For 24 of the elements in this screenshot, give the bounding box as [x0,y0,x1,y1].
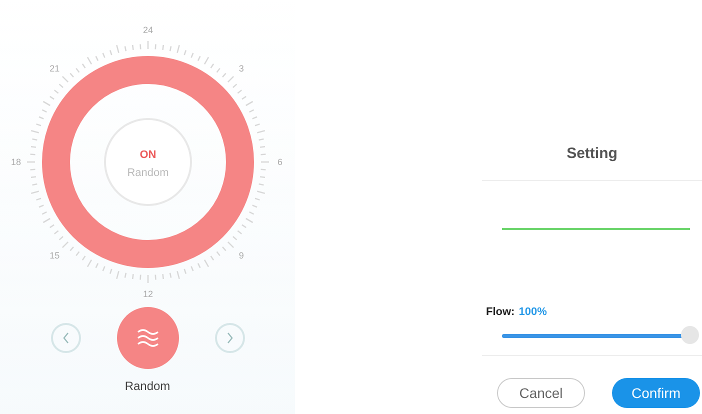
mode-text: Random [127,167,169,179]
hour-label: 6 [278,157,282,167]
status-text: ON [140,149,156,161]
hour-label: 9 [238,250,244,260]
hour-label: 3 [238,64,244,74]
next-button[interactable] [214,323,244,353]
slider-thumb[interactable] [681,326,699,344]
dialog-title: Setting [566,145,618,164]
hour-label: 12 [143,289,153,299]
flow-value: 100% [518,306,547,318]
timer-ring[interactable] [42,56,254,268]
waves-icon [136,328,160,348]
chevron-right-icon [226,332,234,344]
hour-label: 15 [50,250,60,260]
cancel-button[interactable]: Cancel [497,378,585,408]
mode-label: Random [124,379,170,393]
hour-label: 21 [50,64,60,74]
hour-label: 24 [143,25,153,35]
flow-label: Flow: [486,306,515,318]
hour-label: 18 [11,157,21,167]
previous-button[interactable] [50,323,80,353]
flow-slider[interactable] [502,327,699,345]
confirm-button[interactable]: Confirm [612,378,700,408]
chevron-left-icon [62,332,70,344]
